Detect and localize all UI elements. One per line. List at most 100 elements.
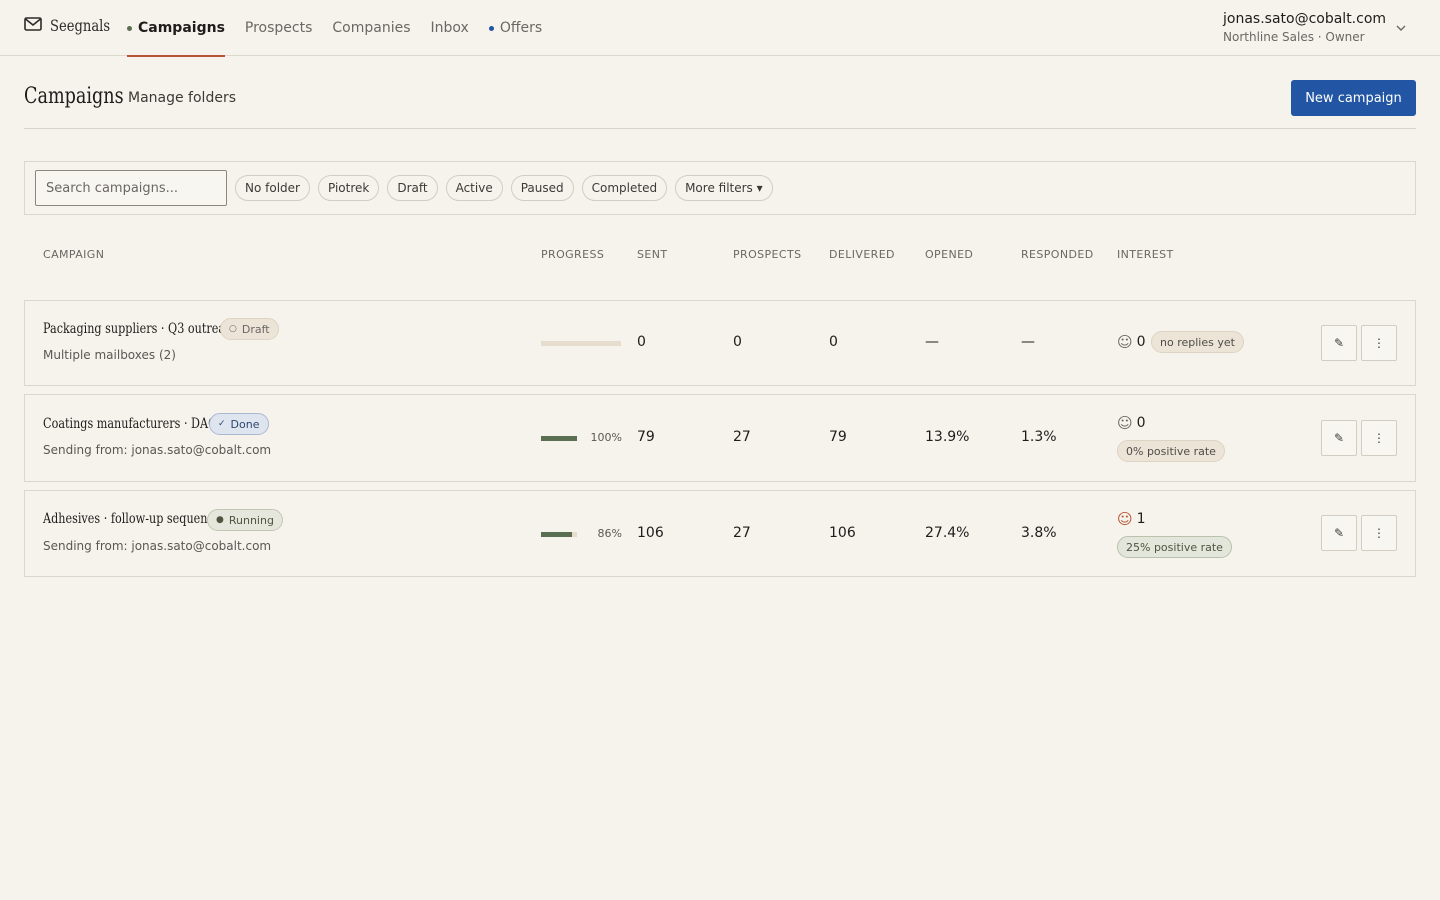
nav-item-inbox[interactable]: Inbox <box>431 0 469 56</box>
status-badge: ✓ Done <box>209 413 269 435</box>
brand[interactable]: Seegnals <box>24 16 123 35</box>
header-divider <box>24 128 1416 129</box>
opened-value: 27.4% <box>925 525 970 541</box>
sent-value: 0 <box>637 334 646 350</box>
user-org: Northline Sales · Owner <box>1223 30 1365 44</box>
notification-dot-icon <box>488 25 494 31</box>
pencil-icon[interactable]: ✎ <box>1321 515 1357 551</box>
pencil-icon[interactable]: ✎ <box>1321 420 1357 456</box>
interest-summary: ☺ 0 <box>1117 333 1146 351</box>
column-header-progress[interactable]: PROGRESS <box>541 248 604 261</box>
filter-chip-paused[interactable]: Paused <box>510 175 574 201</box>
smiley-icon: ☺ <box>1117 414 1133 432</box>
campaign-subtitle: Multiple mailboxes (2) <box>43 348 176 362</box>
progress-fill <box>541 436 577 441</box>
page-title: Campaigns <box>24 84 124 109</box>
user-menu[interactable]: jonas.sato@cobalt.com Northline Sales · … <box>1223 11 1386 44</box>
interest-badge: no replies yet <box>1151 331 1244 353</box>
top-navigation-bar: Seegnals Campaigns Prospects Companies I… <box>0 0 1440 57</box>
manage-folders-link[interactable]: Manage folders <box>128 90 236 106</box>
nav-item-companies[interactable]: Companies <box>332 0 410 56</box>
chevron-down-icon[interactable] <box>1395 20 1407 34</box>
user-email: jonas.sato@cobalt.com <box>1223 11 1387 27</box>
responded-value: 3.8% <box>1021 525 1057 541</box>
prospects-value: 0 <box>733 334 742 350</box>
sent-value: 106 <box>637 525 664 541</box>
filter-chip-draft[interactable]: Draft <box>387 175 438 201</box>
progress-bar <box>541 532 577 537</box>
column-header-campaign[interactable]: CAMPAIGN <box>43 248 104 261</box>
prospects-value: 27 <box>733 525 751 541</box>
delivered-value: 106 <box>829 525 856 541</box>
filter-chip-piotrek[interactable]: Piotrek <box>317 175 380 201</box>
campaign-name[interactable]: Adhesives · follow-up sequence <box>43 511 220 527</box>
new-campaign-button[interactable]: New campaign <box>1291 80 1416 116</box>
column-header-responded[interactable]: RESPONDED <box>1021 248 1094 261</box>
progress-percent: 86% <box>597 527 622 540</box>
nav-item-label: Inbox <box>430 20 469 36</box>
responded-value: — <box>1021 334 1035 350</box>
kebab-menu-icon[interactable]: ⋮ <box>1361 420 1397 456</box>
search-input[interactable] <box>35 170 227 206</box>
status-badge: ● Running <box>207 509 283 531</box>
campaign-name[interactable]: Coatings manufacturers · DACH <box>43 416 226 432</box>
kebab-menu-icon[interactable]: ⋮ <box>1361 515 1397 551</box>
nav-item-label: Campaigns <box>138 20 225 36</box>
campaign-subtitle: Sending from: jonas.sato@cobalt.com <box>43 443 272 457</box>
interest-badge: 25% positive rate <box>1117 536 1232 558</box>
interest-summary: ☺ 0 <box>1117 414 1146 432</box>
status-label: Draft <box>241 322 270 336</box>
filter-chips: No folder Piotrek Draft Active Paused Co… <box>235 175 781 201</box>
campaign-name[interactable]: Packaging suppliers · Q3 outreach <box>43 321 238 337</box>
nav-item-label: Offers <box>499 20 543 36</box>
circle-outline-icon: ○ <box>229 324 237 334</box>
progress-bar <box>541 436 577 441</box>
progress-fill <box>541 532 572 537</box>
nav-item-label: Companies <box>332 20 411 36</box>
interest-count: 0 <box>1136 415 1146 431</box>
table-row[interactable]: Packaging suppliers · Q3 outreach ○ Draf… <box>24 300 1416 386</box>
envelope-icon <box>24 16 42 35</box>
main-nav: Campaigns Prospects Companies Inbox Offe… <box>127 0 562 57</box>
status-label: Done <box>230 417 260 431</box>
column-header-delivered[interactable]: DELIVERED <box>829 248 895 261</box>
column-header-prospects[interactable]: PROSPECTS <box>733 248 801 261</box>
filter-chip-no-folder[interactable]: No folder <box>235 175 310 201</box>
nav-item-prospects[interactable]: Prospects <box>245 0 312 56</box>
delivered-value: 79 <box>829 429 847 445</box>
interest-count: 1 <box>1136 511 1146 527</box>
interest-count: 0 <box>1136 334 1146 350</box>
check-icon: ✓ <box>218 419 226 429</box>
status-badge: ○ Draft <box>220 318 279 340</box>
pencil-icon[interactable]: ✎ <box>1321 325 1357 361</box>
kebab-menu-icon[interactable]: ⋮ <box>1361 325 1397 361</box>
table-row[interactable]: Coatings manufacturers · DACH ✓ Done Sen… <box>24 394 1416 482</box>
filter-chip-completed[interactable]: Completed <box>581 175 668 201</box>
opened-value: — <box>925 334 939 350</box>
filter-bar: No folder Piotrek Draft Active Paused Co… <box>24 161 1416 215</box>
more-filters-dropdown[interactable]: More filters ▾ <box>675 175 773 201</box>
column-header-sent[interactable]: SENT <box>637 248 667 261</box>
progress-percent: 100% <box>590 431 622 444</box>
smiley-icon: ☺ <box>1117 333 1133 351</box>
interest-badge: 0% positive rate <box>1117 440 1225 462</box>
table-row[interactable]: Adhesives · follow-up sequence ● Running… <box>24 490 1416 577</box>
column-header-interest[interactable]: INTEREST <box>1117 248 1174 261</box>
status-label: Running <box>228 513 274 527</box>
filter-chip-active[interactable]: Active <box>445 175 503 201</box>
nav-item-campaigns[interactable]: Campaigns <box>127 0 225 57</box>
campaign-subtitle: Sending from: jonas.sato@cobalt.com <box>43 539 272 553</box>
opened-value: 13.9% <box>925 429 970 445</box>
column-header-opened[interactable]: OPENED <box>925 248 973 261</box>
active-dot-icon <box>127 25 132 31</box>
nav-item-offers[interactable]: Offers <box>488 0 543 56</box>
dot-icon: ● <box>216 515 224 525</box>
prospects-value: 27 <box>733 429 751 445</box>
sent-value: 79 <box>637 429 655 445</box>
interest-summary: ☺ 1 <box>1117 510 1146 528</box>
brand-name: Seegnals <box>50 16 111 35</box>
progress-bar <box>541 341 621 346</box>
nav-item-label: Prospects <box>244 20 313 36</box>
responded-value: 1.3% <box>1021 429 1057 445</box>
delivered-value: 0 <box>829 334 838 350</box>
